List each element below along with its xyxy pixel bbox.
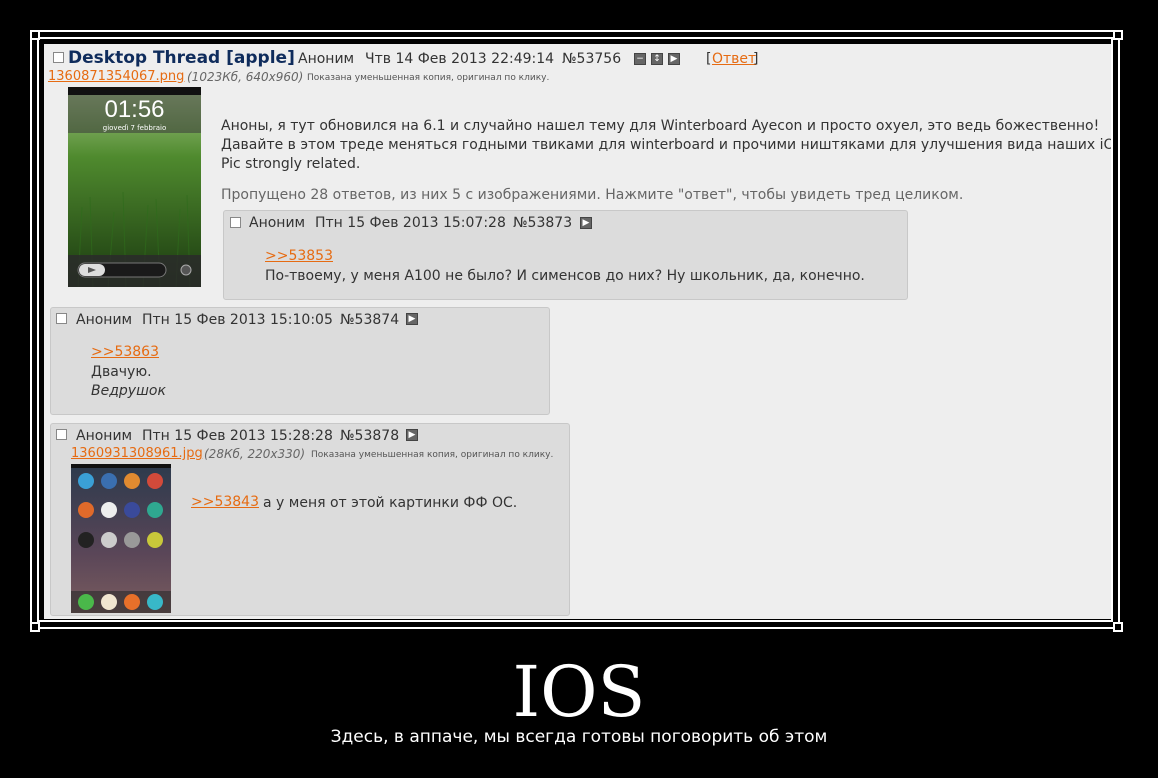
op-file-link[interactable]: 1360871354067.png [48,69,184,84]
reply-quote-link[interactable]: >>53843 [191,494,259,510]
play-icon[interactable]: ▶ [580,217,592,229]
thread-title: Desktop Thread [apple] [68,48,295,68]
lockscreen-time: 01:56 [104,96,165,123]
op-select-checkbox[interactable] [53,52,64,63]
reply-post: Аноним Птн 15 Фев 2013 15:10:05 №53874 ▶… [50,307,550,415]
reply-bracket-close: ] [753,51,759,67]
reply-post: Аноним Птн 15 Фев 2013 15:07:28 №53873 ▶… [223,210,908,300]
reply-date: Птн 15 Фев 2013 15:28:28 [142,428,333,444]
reply-link[interactable]: Ответ [712,51,756,67]
play-icon[interactable]: ▶ [406,313,418,325]
op-thumbnail[interactable]: 01:56 giovedì 7 febbraio [68,87,201,287]
reply-select-checkbox[interactable] [56,429,67,440]
reply-file-link[interactable]: 1360931308961.jpg [71,446,203,461]
reply-number[interactable]: №53878 [340,428,399,444]
op-author: Аноним [298,51,355,67]
play-icon[interactable]: ▶ [406,429,418,441]
reply-number[interactable]: №53873 [513,215,572,231]
reply-thumbnail[interactable] [71,464,171,613]
reply-number[interactable]: №53874 [340,312,399,328]
reply-text: Двачую. [91,364,152,380]
omitted-notice: Пропущено 28 ответов, из них 5 с изображ… [221,187,964,203]
reply-quote-link[interactable]: >>53863 [91,344,159,360]
reply-signature: Ведрушок [91,383,166,399]
reply-select-checkbox[interactable] [56,313,67,324]
reply-author: Аноним [76,312,133,328]
frame-corner [1113,30,1123,40]
poster-title: IOS [512,651,646,733]
reply-author: Аноним [249,215,306,231]
frame-corner [30,30,40,40]
reply-text: а у меня от этой картинки ФФ ОС. [263,495,518,511]
frame-corner [30,622,40,632]
reply-author: Аноним [76,428,133,444]
poster-subtitle: Здесь, в аппаче, мы всегда готовы погово… [330,727,828,747]
reply-bracket-open: [ [706,51,712,67]
reply-date: Птн 15 Фев 2013 15:10:05 [142,312,333,328]
play-icon[interactable]: ▶ [668,53,680,65]
op-number[interactable]: №53756 [562,51,621,67]
hide-thread-icon[interactable]: − [634,53,646,65]
imageboard-screenshot: Desktop Thread [apple] Аноним Чтв 14 Фев… [44,44,1111,619]
reply-text: По-твоему, у меня A100 не было? И сименс… [265,268,865,284]
op-file-info: (1023Кб, 640x960) [187,70,304,84]
reply-file-note: Показана уменьшенная копия, оригинал по … [311,450,554,460]
firefox-os-image [71,464,171,613]
frame-corner [1113,622,1123,632]
op-date: Чтв 14 Фев 2013 22:49:14 [365,51,555,67]
op-body-line: Давайте в этом треде меняться годными тв… [221,137,1111,153]
op-file-note: Показана уменьшенная копия, оригинал по … [307,73,550,83]
op-body-line: Pic strongly related. [221,156,361,172]
op-body-line: Аноны, я тут обновился на 6.1 и случайно… [221,118,1100,134]
reply-date: Птн 15 Фев 2013 15:07:28 [315,215,506,231]
lockscreen-date: giovedì 7 febbraio [102,124,167,132]
reply-select-checkbox[interactable] [230,217,241,228]
reply-file-info: (28Кб, 220x330) [204,447,306,461]
expand-thread-icon[interactable]: ↕ [651,53,663,65]
reply-quote-link[interactable]: >>53853 [265,248,333,264]
